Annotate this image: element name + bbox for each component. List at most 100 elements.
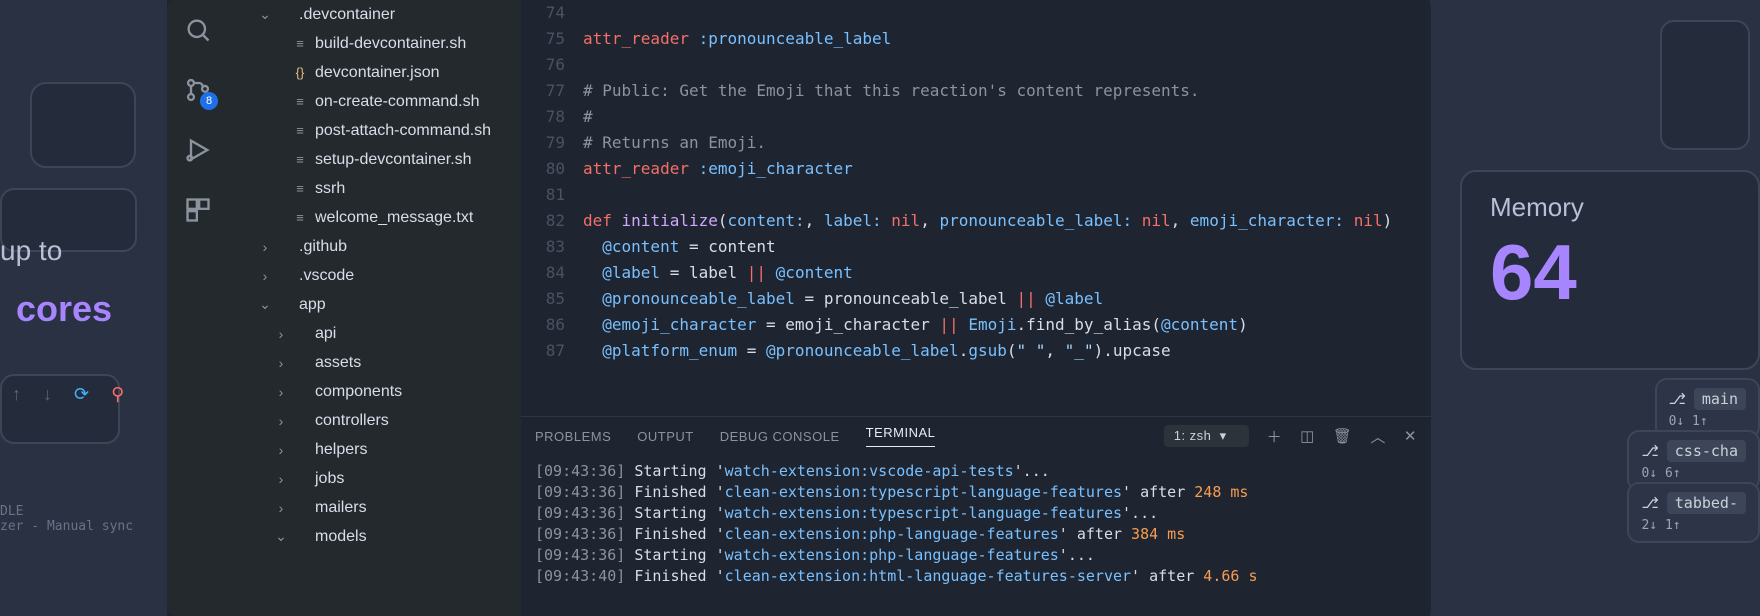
split-terminal-icon[interactable]: ◫ [1300,427,1315,445]
file-icon: ≡ [291,94,309,109]
tree-item-label: controllers [315,412,389,430]
file-icon: ≡ [291,152,309,167]
folder-row[interactable]: › .vscode [229,261,521,290]
branch-name: main [1694,388,1746,410]
tab-problems[interactable]: Problems [535,429,611,444]
promo-right-panel: Memory 64 ⎇ main 0↓ 1↑ ⎇ css-cha 0↓ 6↑ ⎇ tabbed… [1430,0,1760,616]
chevron-right-icon: › [273,471,289,487]
terminal-output[interactable]: [09:43:36] Starting 'watch-extension:vsc… [521,455,1431,616]
tree-item-label: api [315,325,336,343]
panel-tabs: Problems Output Debug Console Terminal 1… [521,417,1431,455]
file-row[interactable]: ≡ post-attach-command.sh [229,116,521,145]
tree-item-label: jobs [315,470,344,488]
tree-item-label: welcome_message.txt [315,209,473,227]
chevron-right-icon: › [257,239,273,255]
tree-item-label: mailers [315,499,367,517]
branch-stat: 0↓ 6↑ [1641,466,1746,481]
git-branch-icon: ⎇ [1641,494,1658,512]
file-icon: ≡ [291,210,309,225]
folder-row[interactable]: › .github [229,232,521,261]
chevron-down-icon: ⌄ [257,296,273,313]
right-top-box [1660,20,1750,150]
search-icon[interactable] [174,6,222,54]
ide-window: 8 ⌄ .devcontainer ≡ build-devcontainer.sh {}… [167,0,1431,616]
link-icon[interactable]: ⚲ [111,384,124,405]
extensions-icon[interactable] [174,186,222,234]
close-icon[interactable]: ✕ [1404,427,1417,445]
tree-item-label: .github [299,238,347,256]
folder-row[interactable]: ⌄app [229,290,521,319]
trash-icon[interactable]: 🗑 [1333,427,1353,445]
branch-name: tabbed- [1667,492,1746,514]
file-row[interactable]: ≡ build-devcontainer.sh [229,29,521,58]
memory-label: Memory [1490,192,1758,223]
arrow-down-icon[interactable]: ↓ [43,384,52,405]
terminal-select[interactable]: 1: zsh ▾ [1164,425,1249,447]
tab-output[interactable]: Output [637,429,693,444]
new-terminal-icon[interactable]: ＋ [1267,426,1283,447]
file-icon: {} [291,65,309,80]
branch-stat: 2↓ 1↑ [1641,518,1746,533]
file-row[interactable]: ≡ setup-devcontainer.sh [229,145,521,174]
folder-row[interactable]: › mailers [229,493,521,522]
folder-row[interactable]: › components [229,377,521,406]
file-row[interactable]: ≡ welcome_message.txt [229,203,521,232]
tree-item-label: .devcontainer [299,6,395,24]
file-explorer: ⌄ .devcontainer ≡ build-devcontainer.sh {} de… [229,0,521,616]
folder-row[interactable]: ⌄ .devcontainer [229,0,521,29]
tree-item-label: devcontainer.json [315,64,440,82]
folder-row[interactable]: › jobs [229,464,521,493]
git-branch-icon: ⎇ [1641,442,1658,460]
tree-item-label: models [315,528,367,546]
scm-badge: 8 [200,92,218,110]
chevron-right-icon: › [273,326,289,342]
file-row[interactable]: ≡ssrh [229,174,521,203]
chevron-right-icon: › [273,384,289,400]
branch-card[interactable]: ⎇ tabbed- 2↓ 1↑ [1627,482,1760,543]
file-icon: ≡ [291,123,309,138]
file-row[interactable]: ≡ on-create-command.sh [229,87,521,116]
code-editor[interactable]: 7475767778798081828384858687 attr_reader… [521,0,1431,416]
git-branch-icon: ⎇ [1669,390,1686,408]
tree-item-label: .vscode [299,267,354,285]
tab-terminal[interactable]: Terminal [866,425,936,447]
file-icon: ≡ [291,36,309,51]
chevron-right-icon: › [273,413,289,429]
promo-pill2: ↑ ↓ ⟳ ⚲ [0,374,120,444]
run-debug-icon[interactable] [174,126,222,174]
tree-item-label: post-attach-command.sh [315,122,491,140]
arrow-up-icon[interactable]: ↑ [12,384,21,405]
memory-card: Memory 64 [1460,170,1760,370]
refresh-icon[interactable]: ⟳ [74,384,89,405]
folder-row[interactable]: › controllers [229,406,521,435]
promo-cores: cores [16,288,112,330]
chevron-right-icon: › [273,500,289,516]
chevron-right-icon: › [273,442,289,458]
tree-item-label: helpers [315,441,367,459]
memory-value: 64 [1490,227,1758,318]
folder-row[interactable]: ⌄ models [229,522,521,551]
source-control-icon[interactable]: 8 [174,66,222,114]
chevron-up-icon[interactable]: ︿ [1370,426,1386,447]
promo-box [30,82,136,168]
tree-item-label: on-create-command.sh [315,93,480,111]
tree-item-label: setup-devcontainer.sh [315,151,472,169]
tree-item-label: build-devcontainer.sh [315,35,466,53]
folder-row[interactable]: › assets [229,348,521,377]
editor-area: 7475767778798081828384858687 attr_reader… [521,0,1431,616]
chevron-right-icon: › [257,268,273,284]
chevron-right-icon: › [273,355,289,371]
tab-debug-console[interactable]: Debug Console [720,429,840,444]
activity-bar: 8 [167,0,229,616]
chevron-down-icon: ⌄ [273,528,289,545]
folder-row[interactable]: › helpers [229,435,521,464]
branch-stat: 0↓ 1↑ [1669,414,1746,429]
promo-upto: up to [0,235,62,267]
tree-item-label: components [315,383,402,401]
tree-item-label: assets [315,354,361,372]
branch-name: css-cha [1667,440,1746,462]
chevron-down-icon: ⌄ [257,6,273,23]
tree-item-label: ssrh [315,180,345,198]
folder-row[interactable]: › api [229,319,521,348]
file-row[interactable]: {} devcontainer.json [229,58,521,87]
